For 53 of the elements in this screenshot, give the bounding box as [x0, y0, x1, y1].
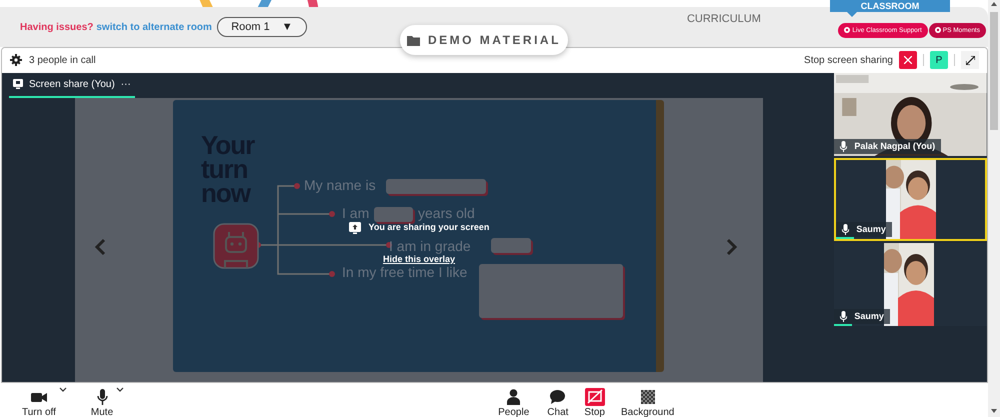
chat-bubble-icon: [550, 390, 566, 404]
classroom-banner: CLASSROOM: [830, 0, 950, 12]
demo-material-button[interactable]: DEMO MATERIAL: [400, 25, 568, 55]
participant-name: Saumy: [854, 311, 884, 322]
next-arrow[interactable]: [725, 238, 739, 256]
issue-text: Having issues?: [20, 22, 94, 32]
toolbar-button[interactable]: Background: [620, 389, 674, 417]
participant-name: Saumy: [856, 224, 886, 234]
participant-name: Palak Nagpal (You): [854, 141, 936, 152]
answer-box: [374, 206, 413, 222]
settings-icon[interactable]: [10, 54, 22, 66]
room-select[interactable]: Room 1 ▼: [216, 17, 307, 37]
checkered-background-icon: [640, 390, 655, 404]
answer-box: [491, 238, 531, 253]
microphone-icon: [840, 140, 848, 152]
toolbar-button[interactable]: Stop: [584, 389, 605, 417]
previous-arrow[interactable]: [93, 238, 107, 256]
participant-tile[interactable]: Palak Nagpal (You): [834, 72, 987, 156]
stop-share-icon: [584, 388, 605, 406]
microphone-icon: [842, 224, 850, 235]
curriculum-tab[interactable]: CURRICULUM: [686, 13, 761, 25]
scrollbar[interactable]: [988, 0, 1000, 417]
user-avatar[interactable]: P: [930, 51, 948, 70]
fullscreen-button[interactable]: [961, 51, 979, 70]
prompt-text: My name is: [304, 178, 376, 192]
microphone-icon: [96, 389, 108, 405]
folder-icon: [406, 34, 420, 46]
toolbar-button[interactable]: Turn off: [22, 389, 67, 417]
person-icon: [507, 389, 520, 405]
dot-icon: [844, 27, 850, 33]
expand-icon: [966, 56, 974, 65]
hide-overlay-link[interactable]: Hide this overlay: [382, 254, 456, 264]
toolbar-button[interactable]: People: [498, 389, 530, 417]
dropdown-caret-icon[interactable]: [58, 387, 67, 393]
participant-tile[interactable]: Saumy: [834, 242, 987, 326]
toolbar-button[interactable]: Mute: [90, 389, 124, 417]
close-button[interactable]: [899, 51, 917, 70]
prompt-text: In my free time I like: [342, 264, 468, 279]
participant-tile[interactable]: Saumy: [834, 158, 987, 241]
prompt-text: I am in grade: [389, 238, 471, 253]
prompt-text: years old: [418, 206, 475, 220]
prompt-text: I am: [342, 206, 370, 220]
dot-icon: [934, 27, 941, 33]
robot-icon: [213, 222, 259, 269]
monitor-icon: [13, 79, 23, 90]
video-camera-icon: [30, 392, 47, 402]
dropdown-caret-icon[interactable]: [116, 387, 124, 393]
microphone-icon: [840, 310, 848, 322]
close-icon: [904, 56, 912, 64]
people-count: 3 people in call: [29, 54, 96, 66]
toolbar-button[interactable]: Chat: [547, 389, 568, 417]
sharing-message: You are sharing your screen: [368, 222, 490, 234]
stop-sharing-label: Stop screen sharing: [804, 54, 893, 66]
